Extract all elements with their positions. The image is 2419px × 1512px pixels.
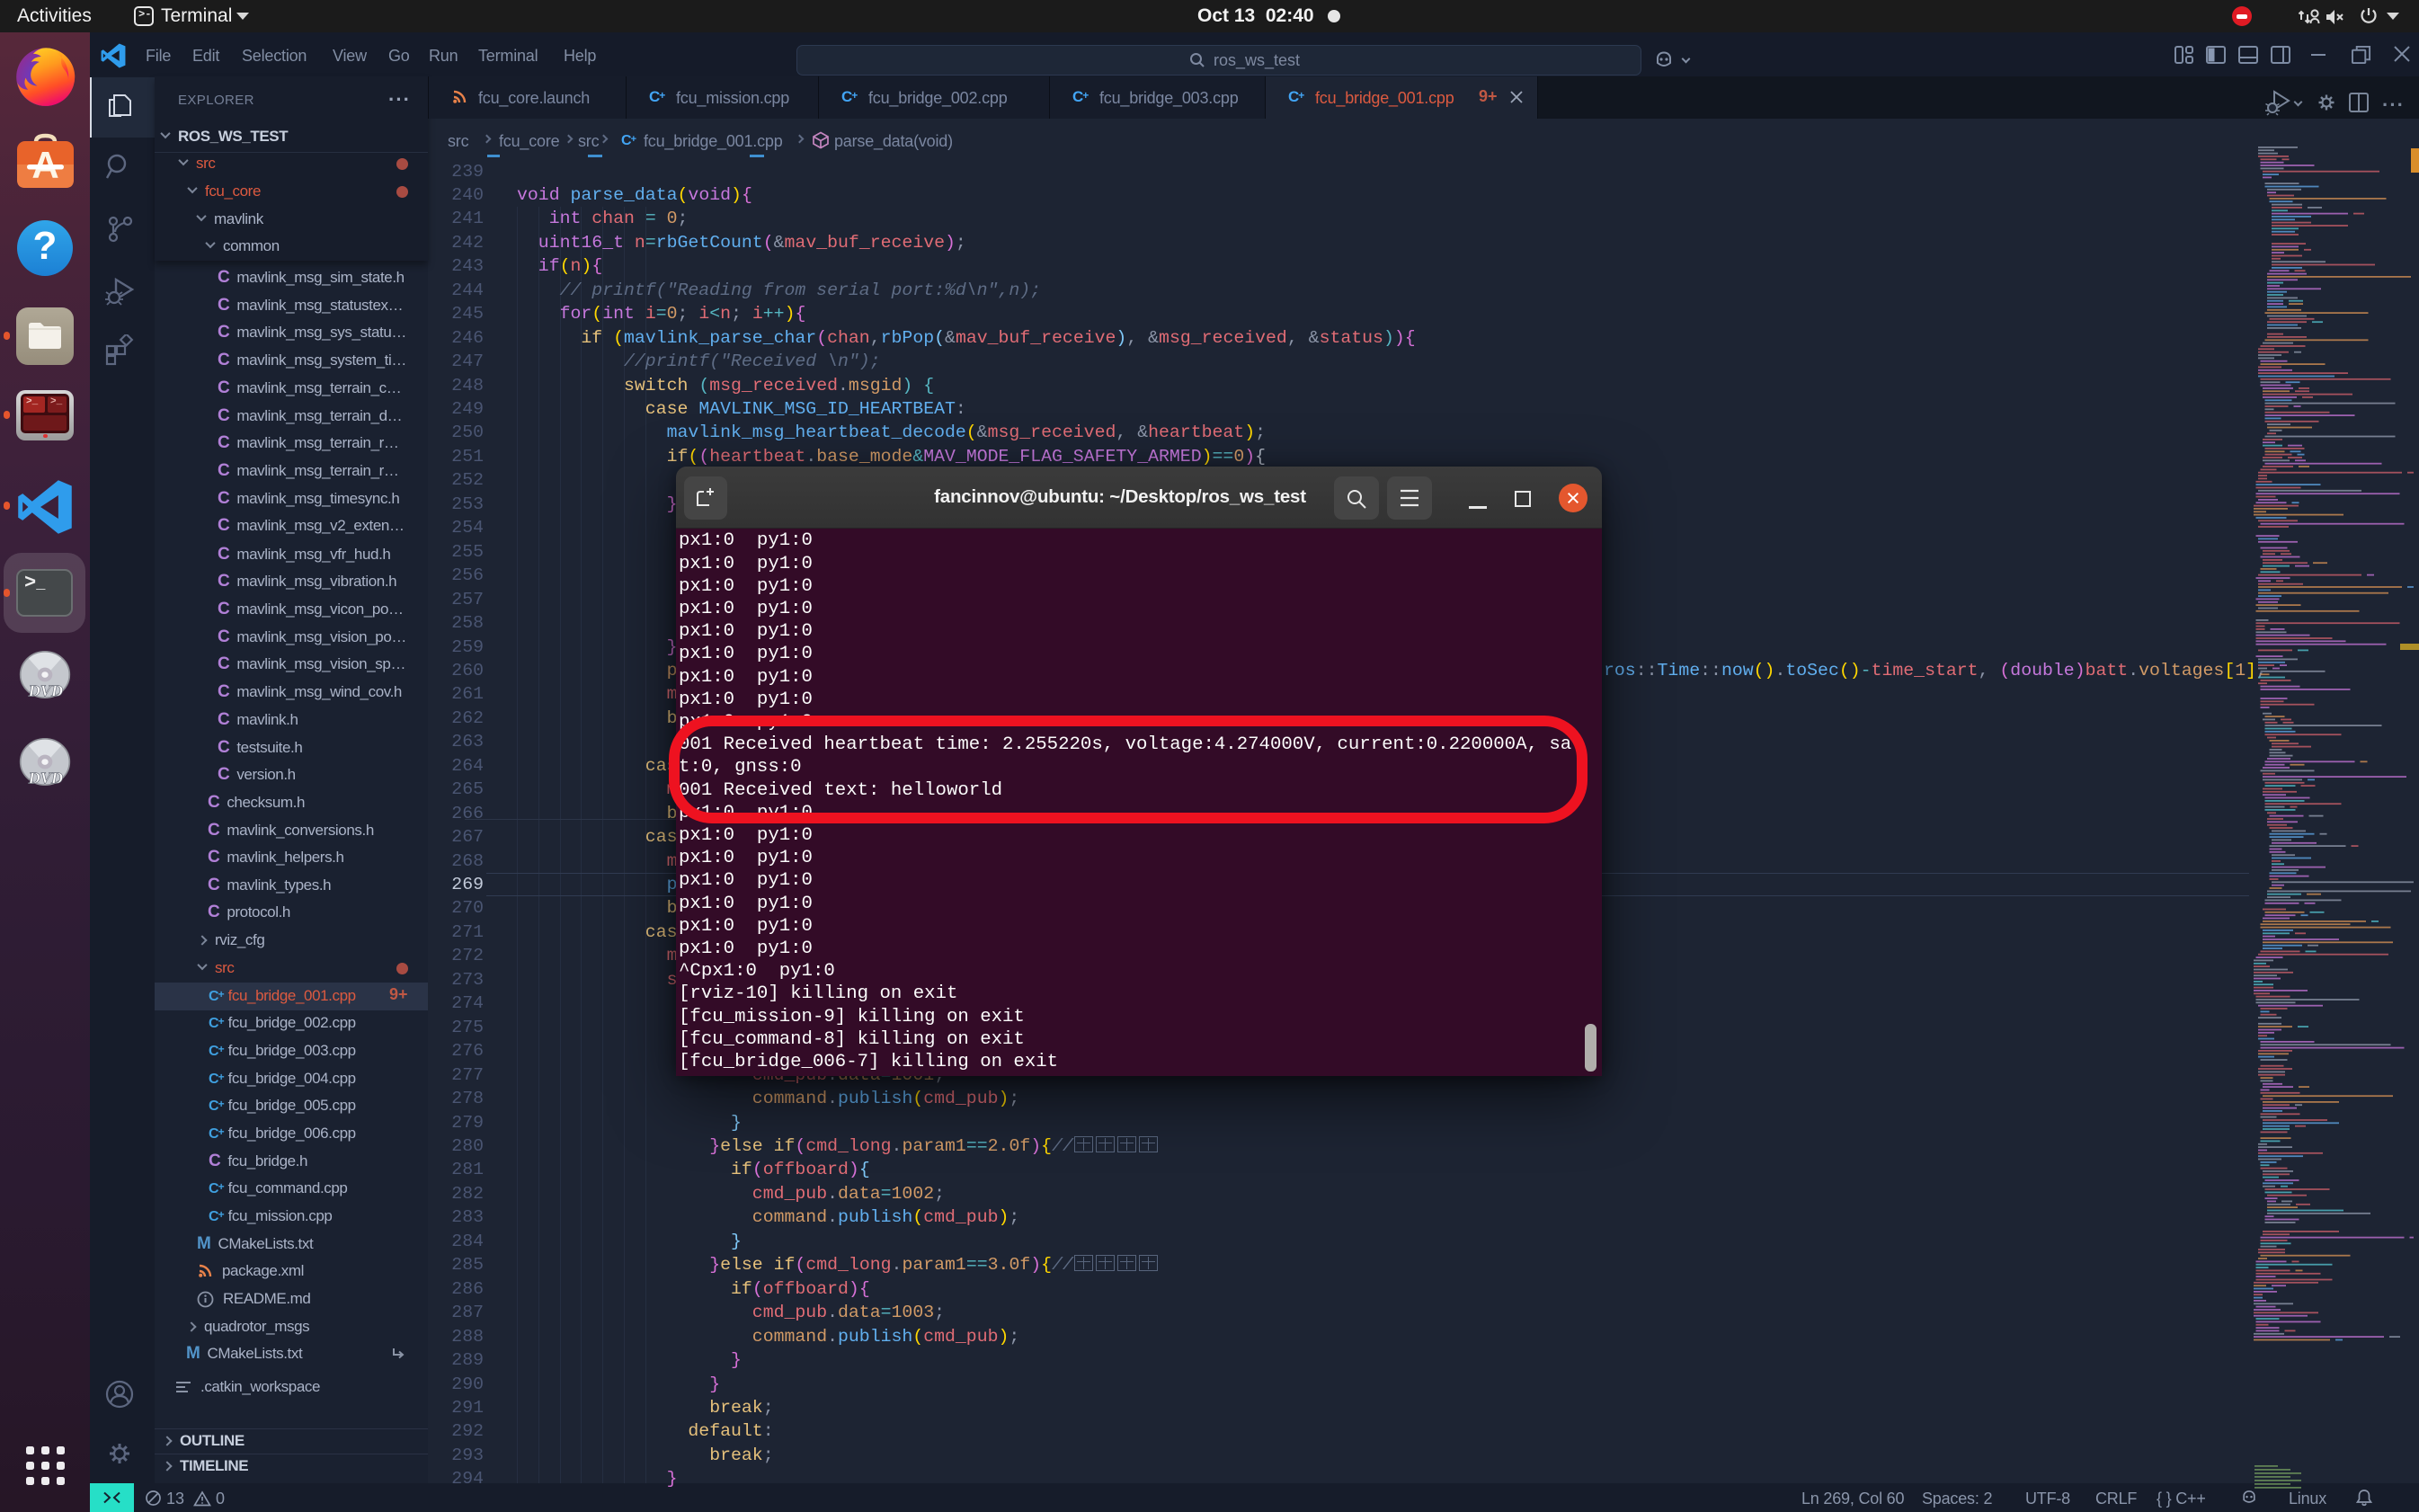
svg-text:DVD: DVD — [28, 769, 63, 787]
svg-text:DVD: DVD — [28, 682, 63, 700]
